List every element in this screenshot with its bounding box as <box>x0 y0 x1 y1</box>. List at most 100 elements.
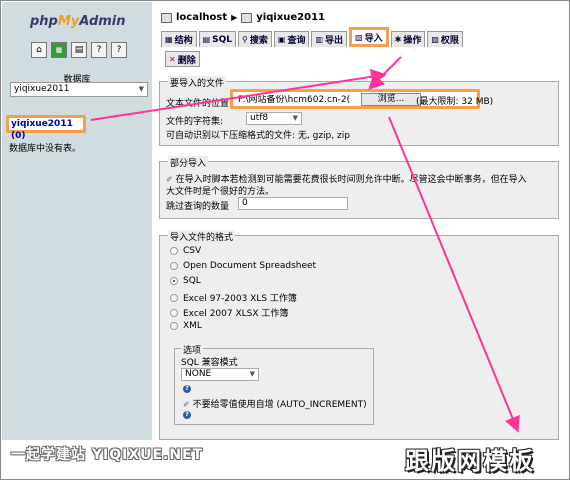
database-link[interactable]: yiqixue2011 (0) <box>6 115 86 141</box>
tab-structure[interactable]: ▦ 结构 <box>161 31 197 47</box>
compression-note: 可自动识别以下压缩格式的文件: 无, gzip, zip <box>166 131 350 141</box>
sql-icon: ▤ <box>202 35 211 44</box>
drop-icon: ✕ <box>169 54 176 64</box>
format-option-xml[interactable]: XML <box>170 321 202 331</box>
search-icon: ⚲ <box>242 35 248 44</box>
format-option-label: Open Document Spreadsheet <box>183 261 317 271</box>
format-option-sql[interactable]: SQL <box>170 276 201 286</box>
watermark-left: 一起学建站 YIQIXUE.NET <box>11 447 204 463</box>
tab-search[interactable]: ⚲ 搜索 <box>238 31 272 47</box>
sql-compat-label: SQL 兼容模式 <box>181 358 238 368</box>
tab-label: 删除 <box>177 55 196 66</box>
file-location-label: 文本文件的位置 <box>166 99 230 109</box>
radio-icon[interactable] <box>170 262 178 270</box>
import-file-legend: 要导入的文件 <box>168 76 227 89</box>
file-path-input[interactable]: F:\网站备份\hcm602.cn-2( <box>238 95 360 106</box>
privileges-icon: ▨ <box>431 35 439 44</box>
breadcrumb-server[interactable]: localhost <box>176 12 227 23</box>
tab-label: 结构 <box>174 36 193 46</box>
tab-export[interactable]: ▥ 导出 <box>311 31 348 47</box>
query-icon: ▣ <box>277 35 286 44</box>
format-option-xls[interactable]: Excel 97-2003 XLS 工作簿 <box>170 291 297 304</box>
database-select[interactable]: yiqixue2011 ▼ <box>10 82 148 97</box>
tab-bar-row2: ✕ 删除 <box>165 51 200 67</box>
charset-select-value: utf8 <box>250 113 269 123</box>
structure-icon: ▦ <box>165 35 173 44</box>
tab-label: 权限 <box>440 36 459 46</box>
nav-icon-bar: ⌂ ▦ ▤ ? ? <box>31 42 127 58</box>
import-icon: ▧ <box>355 32 363 42</box>
format-option-label: SQL <box>183 276 201 286</box>
max-upload-limit: (最大限制: 32 MB) <box>416 97 494 107</box>
format-option-label: CSV <box>183 246 202 256</box>
auto-increment-option: ✐ 不要给零值使用自增 (AUTO_INCREMENT) <box>183 397 367 410</box>
tab-query[interactable]: ▣ 查询 <box>273 31 310 47</box>
tab-drop[interactable]: ✕ 删除 <box>165 51 200 67</box>
help-icon[interactable]: ? <box>183 385 191 393</box>
chevron-down-icon: ▼ <box>292 114 298 122</box>
home-icon[interactable]: ⌂ <box>31 42 47 58</box>
phpmyadmin-logo[interactable]: phpMyAdmin <box>30 14 126 29</box>
format-option-label: Excel 2007 XLSX 工作簿 <box>183 309 289 319</box>
logo-php: php <box>30 14 58 29</box>
format-option-xlsx[interactable]: Excel 2007 XLSX 工作簿 <box>170 306 288 319</box>
breadcrumb-separator-icon: ▶ <box>231 13 238 22</box>
export-icon: ▥ <box>315 35 324 44</box>
breadcrumb-database[interactable]: yiqixue2011 <box>256 12 325 23</box>
chevron-down-icon: ▼ <box>138 85 144 93</box>
breadcrumb: localhost ▶ yiqixue2011 <box>161 12 325 23</box>
sql-compat-select-value: NONE <box>185 369 212 379</box>
tab-operations[interactable]: ✱ 操作 <box>390 31 426 47</box>
radio-icon[interactable] <box>170 247 178 255</box>
auto-increment-label: 不要给零值使用自增 (AUTO_INCREMENT) <box>192 400 367 410</box>
docs-icon[interactable]: ? <box>111 42 127 58</box>
format-fieldset: 导入文件的格式 CSV Open Document Spreadsheet SQ… <box>159 230 559 440</box>
left-navigation: phpMyAdmin ⌂ ▦ ▤ ? ? 数据库 yiqixue2011 ▼ y… <box>2 2 152 440</box>
radio-icon[interactable] <box>170 293 178 302</box>
options-fieldset: 选项 SQL 兼容模式 NONE ▼ ? ✐ 不要给零值使用自增 (AUTO_I… <box>174 343 374 425</box>
chevron-down-icon: ▼ <box>249 370 255 378</box>
window-frame: phpMyAdmin ⌂ ▦ ▤ ? ? 数据库 yiqixue2011 ▼ y… <box>0 0 570 480</box>
partial-import-legend: 部分导入 <box>168 156 209 169</box>
checkbox-icon[interactable]: ✐ <box>166 175 173 184</box>
operations-icon: ✱ <box>394 35 402 44</box>
tab-label: 查询 <box>287 36 306 46</box>
tab-label: SQL <box>212 34 233 45</box>
partial-import-fieldset: 部分导入 ✐ 在导入时脚本若检测到可能需要花费很长时间则允许中断。尽管这会中断事… <box>159 156 559 219</box>
partial-import-note-line2: 大文件时是个很好的方法。 <box>166 187 275 197</box>
tab-label: 搜索 <box>249 36 268 46</box>
radio-icon[interactable] <box>170 308 178 317</box>
sql-window-icon[interactable]: ▦ <box>51 42 67 58</box>
tab-label: 导出 <box>325 36 344 46</box>
format-option-label: XML <box>183 321 202 331</box>
format-option-label: Excel 97-2003 XLS 工作簿 <box>183 294 297 304</box>
tab-label: 操作 <box>403 36 422 46</box>
database-icon <box>241 12 253 23</box>
docs-icon[interactable]: ? <box>91 42 107 58</box>
radio-selected-icon[interactable] <box>170 277 178 285</box>
sql-compat-select[interactable]: NONE ▼ <box>181 368 259 381</box>
logo-my: My <box>57 14 80 29</box>
tab-label: 导入 <box>364 33 383 44</box>
server-icon <box>161 12 172 23</box>
watermark-right: 跟版网模板 <box>405 447 535 475</box>
help-icon[interactable]: ? <box>183 411 191 419</box>
query-icon[interactable]: ▤ <box>71 42 87 58</box>
no-tables-message: 数据库中没有表。 <box>9 144 82 154</box>
skip-queries-input[interactable]: 0 <box>238 197 348 210</box>
import-file-fieldset: 要导入的文件 文本文件的位置 F:\网站备份\hcm602.cn-2( 浏览..… <box>159 76 559 146</box>
radio-icon[interactable] <box>170 322 178 330</box>
format-option-ods[interactable]: Open Document Spreadsheet <box>170 261 316 271</box>
database-select-value: yiqixue2011 <box>14 84 70 94</box>
format-legend: 导入文件的格式 <box>168 230 236 243</box>
tab-import[interactable]: ▧ 导入 <box>349 27 389 47</box>
checkbox-icon[interactable]: ✐ <box>183 400 190 409</box>
charset-select[interactable]: utf8 ▼ <box>246 112 302 125</box>
charset-label: 文件的字符集: <box>166 117 224 127</box>
logo-admin: Admin <box>79 14 126 29</box>
tab-bar: ▦ 结构 ▤ SQL ⚲ 搜索 ▣ 查询 ▥ 导出 ▧ 导入 ✱ 操作 ▨ 权限 <box>161 27 463 47</box>
tab-sql[interactable]: ▤ SQL <box>198 31 237 47</box>
browse-button[interactable]: 浏览... <box>361 93 421 106</box>
tab-privileges[interactable]: ▨ 权限 <box>427 31 463 47</box>
format-option-csv[interactable]: CSV <box>170 246 201 256</box>
